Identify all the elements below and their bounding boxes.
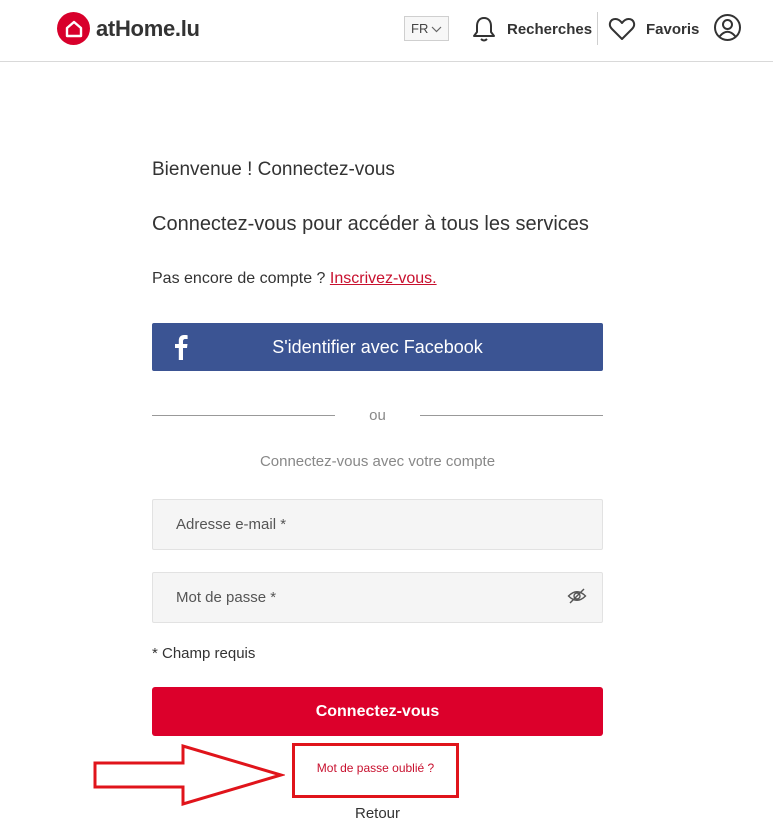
language-value: FR <box>411 21 429 36</box>
house-icon <box>57 12 90 45</box>
user-circle-icon <box>714 14 741 41</box>
favorites-label: Favoris <box>646 20 700 38</box>
searches-link[interactable]: Recherches <box>471 12 592 46</box>
facebook-button-label: S'identifier avec Facebook <box>272 336 483 357</box>
header-divider <box>597 12 598 45</box>
login-subtitle: Connectez-vous pour accéder à tous les s… <box>152 213 589 235</box>
facebook-f-icon <box>175 335 188 360</box>
eye-slash-icon[interactable] <box>567 587 587 605</box>
separator-line-right <box>420 415 603 416</box>
account-button[interactable] <box>713 13 742 47</box>
favorites-link[interactable]: Favoris <box>608 12 699 46</box>
forgot-password-link[interactable]: Mot de passe oublié ? <box>295 761 456 775</box>
email-field[interactable] <box>152 499 603 550</box>
signup-link[interactable]: Inscrivez-vous. <box>330 270 437 287</box>
searches-label: Recherches <box>507 20 593 38</box>
bell-icon <box>473 17 495 42</box>
back-link[interactable]: Retour <box>300 805 455 822</box>
heart-icon <box>608 18 636 40</box>
password-field[interactable] <box>152 572 603 623</box>
chevron-down-icon <box>431 26 442 32</box>
no-account-line: Pas encore de compte ? Inscrivez-vous. <box>152 270 437 288</box>
arrow-right-icon <box>93 744 285 806</box>
required-note: * Champ requis <box>152 645 256 662</box>
logo-text: atHome.lu <box>96 15 200 41</box>
account-login-caption: Connectez-vous avec votre compte <box>259 453 496 470</box>
top-header: atHome.lu FR Recherches Favoris <box>0 0 773 62</box>
no-account-text: Pas encore de compte ? <box>152 270 326 287</box>
language-select[interactable]: FR <box>404 16 449 41</box>
facebook-login-button[interactable]: S'identifier avec Facebook <box>152 323 603 371</box>
welcome-heading: Bienvenue ! Connectez-vous <box>152 159 395 180</box>
annotation-highlight-box: Mot de passe oublié ? <box>292 743 459 798</box>
or-separator: ou <box>152 404 603 430</box>
site-logo[interactable]: atHome.lu <box>57 12 200 45</box>
login-button[interactable]: Connectez-vous <box>152 687 603 736</box>
